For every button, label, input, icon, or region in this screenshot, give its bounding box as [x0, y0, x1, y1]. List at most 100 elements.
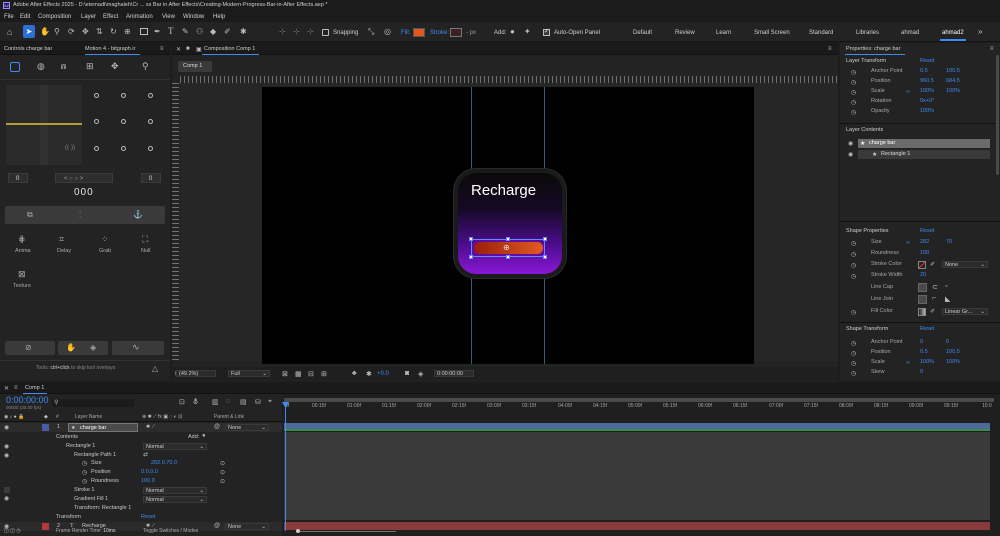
motion-blur-icon[interactable]: ◌ — [226, 398, 230, 405]
stroke1-mode[interactable]: Normal ⌄ — [143, 487, 207, 494]
layer-transform-reset[interactable]: Reset — [920, 58, 934, 65]
shape-transform-reset[interactable]: Reset — [920, 326, 934, 333]
handle[interactable] — [543, 237, 547, 241]
transform-row[interactable]: Transform — [56, 514, 81, 521]
warning-icon[interactable]: △ — [152, 364, 158, 373]
exposure-value[interactable]: +0.0 — [377, 371, 389, 377]
graph-editor-icon[interactable]: ▤ — [240, 398, 247, 406]
visibility-icon[interactable]: ◉ — [4, 424, 9, 431]
frame-blend-icon[interactable]: ▥ — [212, 398, 219, 406]
anchor-stopwatch-icon[interactable]: ◷ — [851, 69, 856, 76]
menu-edit[interactable]: Edit — [20, 14, 30, 20]
add-button-icon[interactable]: ● — [510, 27, 515, 36]
draft-3d-icon[interactable]: ⊡ — [179, 398, 185, 406]
anima-icon[interactable]: ⋕ — [18, 234, 26, 245]
label-color[interactable] — [42, 424, 49, 431]
position-x[interactable]: 960.5 — [920, 78, 934, 85]
anchor-icon[interactable]: ⚓ — [133, 210, 143, 219]
menu-window[interactable]: Window — [183, 14, 204, 20]
close-panel-icon[interactable]: ✕ — [176, 46, 181, 53]
type-tool-icon[interactable]: T — [168, 26, 174, 36]
tl-position-value[interactable]: 0.0,0.0 — [141, 469, 158, 476]
anchor-dot[interactable] — [148, 146, 153, 151]
handle[interactable] — [469, 255, 473, 259]
stroke-type-select[interactable]: None ⌄ — [942, 261, 988, 268]
show-snapshot-icon[interactable]: ◈ — [418, 370, 423, 378]
tl-size-value[interactable]: 282.0,70.0 — [151, 460, 177, 467]
charge-bar[interactable]: ⊕ — [469, 237, 547, 259]
resolution-select[interactable]: Full ⌄ — [228, 370, 270, 377]
tab-motion[interactable]: Motion 4 - bitgraph.ir — [85, 46, 135, 53]
constrain-link-icon[interactable]: ∞ — [906, 89, 910, 95]
position-stopwatch-icon[interactable]: ◷ — [851, 79, 856, 86]
size-stopwatch-tl-icon[interactable]: ◷ — [82, 460, 87, 467]
auto-open-checkbox[interactable]: ✓ — [543, 29, 550, 36]
timeline-timecode[interactable]: 0:00:00:00 — [6, 396, 49, 405]
workspace-review[interactable]: Review — [675, 30, 695, 36]
anchor-dot[interactable] — [121, 93, 126, 98]
add-row-icon[interactable]: ● — [202, 433, 206, 439]
anchor-dot[interactable] — [121, 119, 126, 124]
zoom-select[interactable]: (49.2%) — [176, 370, 216, 377]
align-left-icon[interactable]: ⧉ — [27, 210, 33, 220]
contents-item-charge-bar[interactable]: ★ charge bar — [858, 139, 990, 148]
motion-grid-icon[interactable]: ⊞ — [86, 61, 94, 72]
stroke-visibility-box[interactable] — [4, 487, 10, 493]
size-width[interactable]: 282 — [920, 239, 929, 246]
guides-icon[interactable]: ⊞ — [321, 370, 327, 378]
counter-left[interactable]: 0 — [8, 173, 28, 183]
workspace-ahmad2[interactable]: ahmad2 — [942, 30, 964, 36]
pin-icon[interactable]: ⌖ — [268, 398, 272, 406]
layer-search[interactable]: ⚲ — [52, 399, 134, 407]
stroke-color-stopwatch-icon[interactable]: ◷ — [851, 262, 856, 269]
timeline-tab[interactable]: Comp 1 — [25, 385, 44, 392]
shy-icon[interactable]: ⛢ — [193, 398, 198, 406]
gradient-row[interactable]: Gradient Fill 1 — [74, 496, 108, 503]
rotation-value[interactable]: 0x+0° — [920, 98, 934, 105]
anchor-point-icon[interactable]: ⊕ — [503, 244, 510, 252]
st-scale-x[interactable]: 100% — [920, 359, 934, 366]
footer-icons[interactable]: ◫ ◫ ◷ — [4, 528, 21, 534]
st-anchor-y[interactable]: 0 — [946, 339, 949, 346]
null-icon[interactable]: ⛶ — [142, 234, 148, 245]
motion-search-icon[interactable]: ⚲ — [142, 61, 149, 72]
counter-transport[interactable]: < ○ ○ > — [55, 173, 113, 183]
rotation-stopwatch-icon[interactable]: ◷ — [851, 99, 856, 106]
home-icon[interactable]: ⌂ — [7, 27, 12, 37]
layer-row-1[interactable]: ◉ 1 ★ charge bar ✱ ⟋ @ None ⌄ — [0, 423, 282, 432]
properties-scrollbar[interactable] — [996, 55, 999, 175]
position-y[interactable]: 684.5 — [946, 78, 960, 85]
time-ruler[interactable]: 0f 00:15f 01:00f 01:15f 02:00f 02:15f 03… — [282, 403, 1000, 414]
workspace-default[interactable]: Default — [633, 30, 652, 36]
rectangle-tool-icon[interactable] — [140, 28, 148, 35]
orbit-tool-icon[interactable]: ⟳ — [68, 27, 75, 36]
null-label[interactable]: Null — [141, 248, 150, 255]
menu-help[interactable]: Help — [213, 14, 225, 20]
motion-move-icon[interactable]: ✥ — [111, 61, 119, 72]
comp-canvas[interactable]: Recharge ⊕ — [262, 87, 754, 364]
anchor-x[interactable]: 0.5 — [920, 68, 928, 75]
anchor-dot[interactable] — [94, 119, 99, 124]
anima-label[interactable]: Anima — [15, 248, 31, 255]
selection-tool-icon[interactable]: ➤ — [23, 25, 35, 38]
eye-icon[interactable]: ◉ — [848, 151, 853, 158]
fill-swatch[interactable] — [413, 28, 425, 37]
shape-properties-reset[interactable]: Reset — [920, 228, 934, 235]
eyedropper-icon[interactable]: ✐ — [930, 261, 935, 268]
roundness-stopwatch-tl-icon[interactable]: ◷ — [82, 478, 87, 485]
star-tool-icon[interactable]: ✦ — [524, 27, 531, 36]
roto-tool-icon[interactable]: ✐ — [224, 27, 231, 36]
brush-tool-icon[interactable]: ✎ — [182, 27, 189, 36]
transform-rect-row[interactable]: Transform: Rectangle 1 — [74, 505, 131, 512]
pan-behind-icon[interactable]: ⊕ — [124, 27, 131, 36]
motion-slider-line[interactable] — [6, 123, 82, 125]
world-axis-icon[interactable]: ⊹ — [293, 27, 300, 36]
workspace-learn[interactable]: Learn — [716, 30, 731, 36]
size-link-icon[interactable]: ∞ — [906, 240, 910, 246]
layer-2-parent[interactable]: None ⌄ — [225, 523, 269, 530]
collapse-icon[interactable]: ✱ ⟋ — [146, 424, 155, 430]
menu-animation[interactable]: Animation — [126, 14, 153, 20]
fill-type-select[interactable]: Linear Gr... ⌄ — [942, 308, 988, 315]
lock-icon[interactable]: ■ — [186, 46, 190, 52]
contents-item-rectangle[interactable]: ★ Rectangle 1 — [858, 150, 990, 159]
